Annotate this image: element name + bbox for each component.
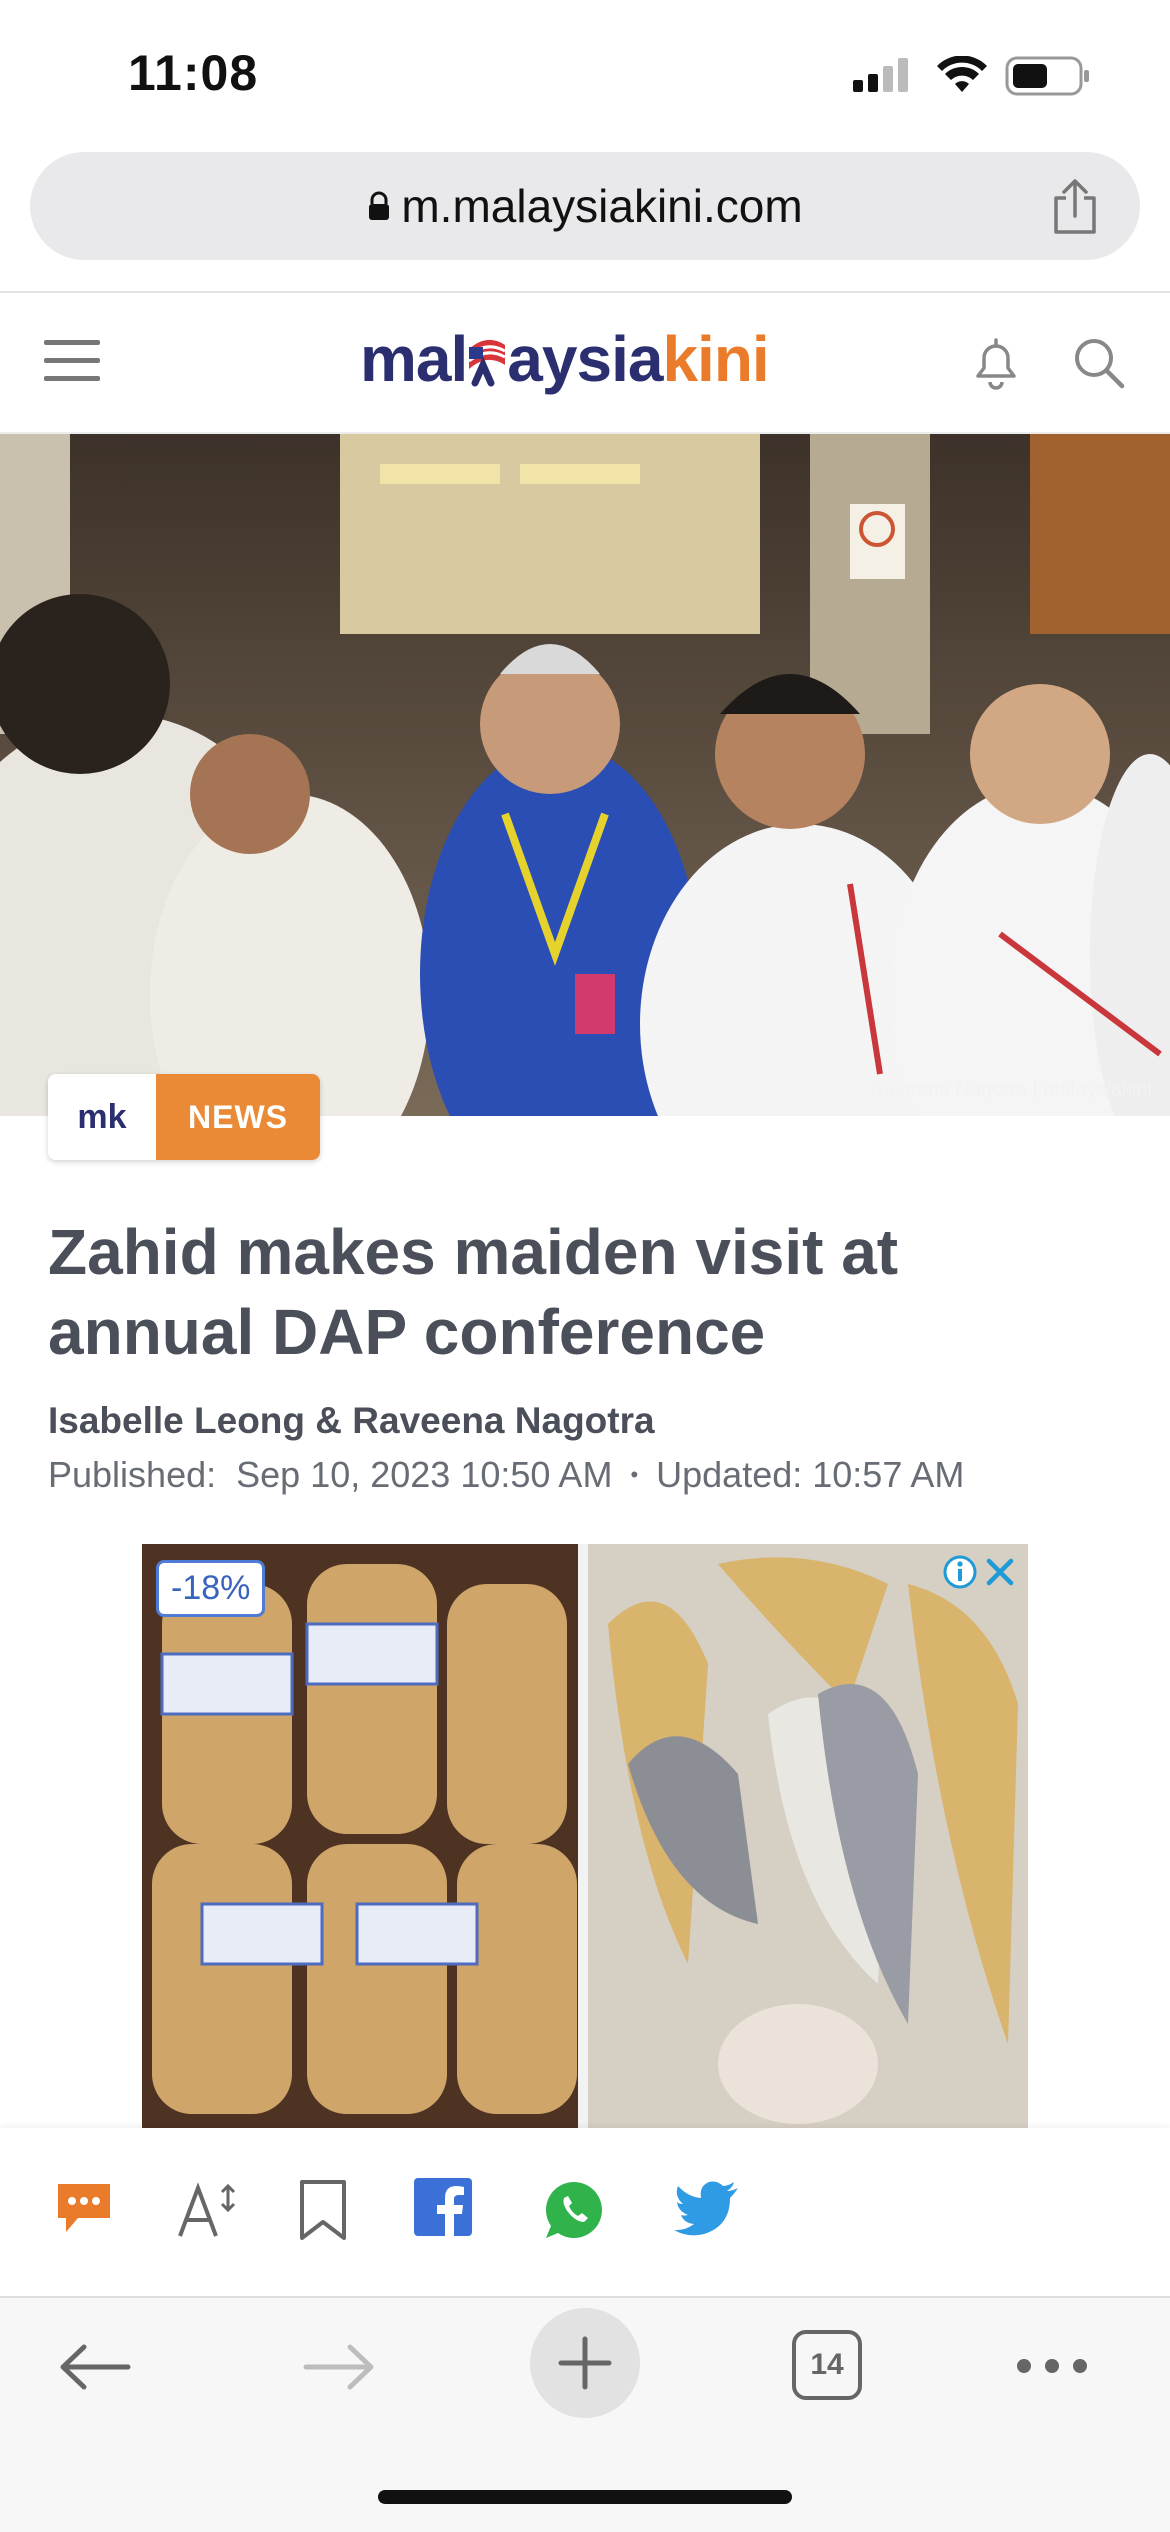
flag-icon [468, 339, 507, 387]
back-arrow-icon[interactable] [58, 2342, 132, 2392]
article-toolbar [0, 2128, 1170, 2296]
ad-close-icon[interactable] [982, 1554, 1018, 1590]
article-headline: Zahid makes maiden visit at annual DAP c… [48, 1216, 899, 1368]
wifi-icon [937, 56, 987, 92]
share-icon[interactable] [1050, 178, 1100, 236]
published-date: Sep 10, 2023 10:50 AM [236, 1454, 613, 1495]
bookmark-icon[interactable] [296, 2178, 350, 2242]
home-indicator [378, 2490, 792, 2504]
badge-brand: mk [48, 1074, 156, 1160]
ad-banner[interactable]: -18% [142, 1544, 1028, 2130]
url-text-wrap[interactable]: m.malaysiakini.com [30, 152, 1140, 260]
site-logo[interactable]: mal aysiakini [360, 322, 770, 396]
ad-discount-badge: -18% [156, 1560, 266, 1617]
plus-icon [558, 2336, 612, 2390]
lock-icon [369, 191, 390, 220]
battery-icon [1005, 56, 1089, 96]
meta-separator: • [630, 1462, 639, 1487]
updated-label: Updated: [656, 1454, 803, 1495]
ad-info-icon[interactable] [942, 1554, 978, 1590]
twitter-icon[interactable] [674, 2178, 740, 2238]
whatsapp-icon[interactable] [542, 2178, 606, 2242]
url-text: m.malaysiakini.com [401, 180, 803, 232]
photo-credit: Raveena Nagotra | malaysiakini [869, 1079, 1152, 1101]
news-badge[interactable]: mk NEWS [48, 1074, 320, 1160]
comment-icon[interactable] [54, 2178, 114, 2238]
signal-icon [853, 58, 908, 92]
new-tab-button[interactable] [530, 2308, 640, 2418]
text-size-icon[interactable] [176, 2178, 240, 2242]
divider [0, 291, 1170, 293]
more-options-icon[interactable] [1016, 2358, 1088, 2374]
article-meta: Published: Sep 10, 2023 10:50 AM • Updat… [48, 1454, 964, 1496]
facebook-icon[interactable] [414, 2178, 472, 2236]
badge-category: NEWS [156, 1074, 320, 1160]
hamburger-menu-icon[interactable] [44, 338, 100, 384]
hero-photo [0, 434, 1170, 1116]
tabs-button[interactable]: 14 [792, 2330, 862, 2400]
logo-text: aysia [507, 323, 663, 395]
ad-photo-cashew [142, 1544, 578, 2130]
updated-time: 10:57 AM [812, 1454, 965, 1495]
forward-arrow-icon[interactable] [302, 2342, 376, 2392]
hero-image[interactable]: Raveena Nagotra | malaysiakini [0, 434, 1170, 1116]
ad-image-cashew[interactable]: -18% [142, 1544, 578, 2130]
tab-count: 14 [810, 2348, 844, 2381]
bell-icon[interactable] [968, 334, 1024, 392]
url-bar[interactable]: m.malaysiakini.com [30, 152, 1140, 260]
published-label: Published: [48, 1454, 217, 1495]
logo-text: mal [360, 323, 468, 395]
logo-text: kini [662, 323, 769, 395]
article-authors[interactable]: Isabelle Leong & Raveena Nagotra [48, 1400, 655, 1442]
status-time: 11:08 [128, 45, 259, 101]
ad-image-fish[interactable] [588, 1544, 1028, 2130]
ad-photo-fish [588, 1544, 1028, 2130]
search-icon[interactable] [1070, 334, 1126, 392]
